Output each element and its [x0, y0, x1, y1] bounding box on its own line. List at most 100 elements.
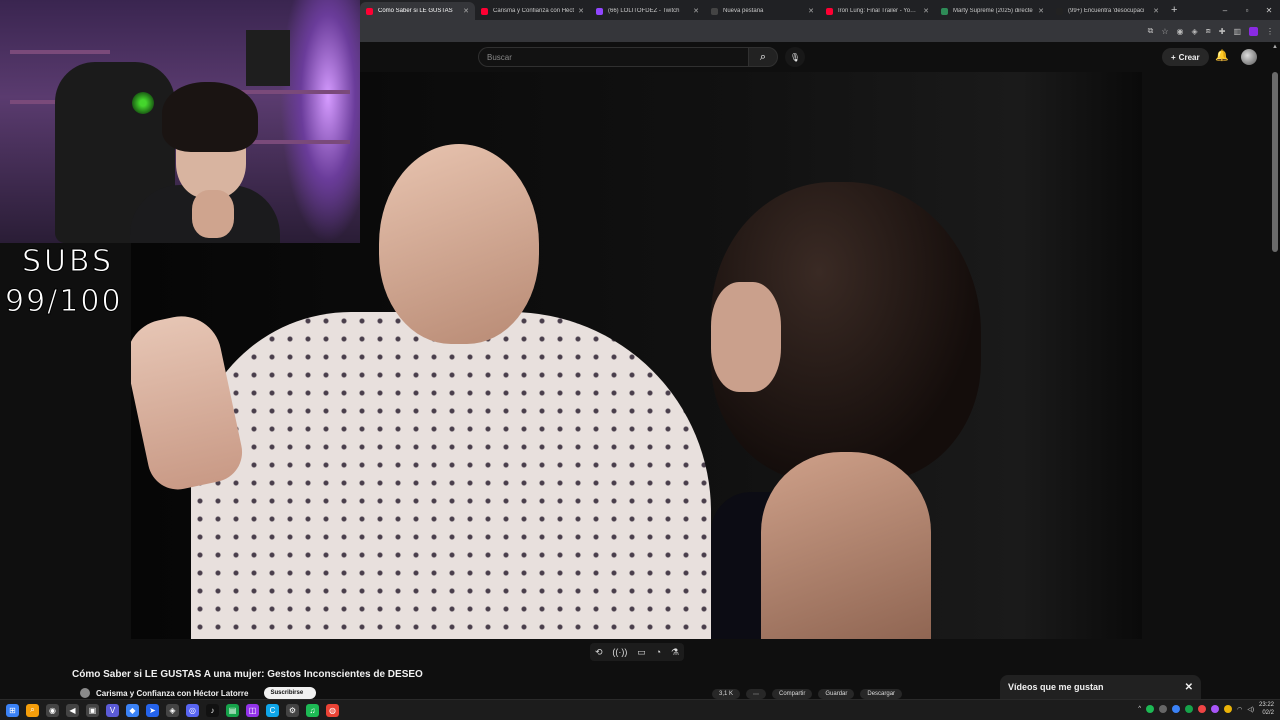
close-tab-icon[interactable]: ✕ — [463, 7, 469, 15]
create-label: Crear — [1178, 52, 1200, 62]
tab-4[interactable]: Nueva pestaña ✕ — [705, 2, 820, 20]
tab-6[interactable]: Marty Supreme (2025) directe ✕ — [935, 2, 1050, 20]
tray-app-icon[interactable] — [1185, 705, 1194, 713]
extension-icon[interactable]: ⧈ — [1206, 26, 1211, 36]
volume-icon[interactable]: ◁) — [1247, 706, 1254, 713]
extension-icon[interactable]: ◈ — [1191, 27, 1197, 36]
app-5-taskbar-icon[interactable]: ◆ — [126, 703, 139, 717]
youtube-favicon-icon — [366, 7, 373, 15]
tab-1[interactable]: Cómo Saber si LE GUSTAS ✕ — [360, 2, 475, 20]
channel-name[interactable]: Carisma y Confianza con Héctor Latorre — [96, 689, 248, 698]
tab-2[interactable]: Carisma y Confianza con Héct ✕ — [475, 2, 590, 20]
youtube-header: Buscar ⌕ 🎙 + Crear 🔔 — [360, 42, 1280, 72]
chrome-taskbar-icon[interactable]: ◍ — [326, 703, 339, 717]
subscribe-button[interactable]: Suscribirse — [264, 687, 317, 699]
account-avatar[interactable] — [1241, 49, 1257, 65]
lab-flask-icon[interactable]: ⚗ — [671, 647, 679, 658]
close-tab-icon[interactable]: ✕ — [578, 7, 584, 15]
tray-app-icon[interactable] — [1224, 705, 1233, 713]
youtube-favicon-icon — [826, 7, 833, 15]
download-button[interactable]: Descargar — [860, 689, 903, 699]
app-8-taskbar-icon[interactable]: ▤ — [226, 703, 239, 717]
share-button[interactable]: Compartir — [772, 689, 813, 699]
windows-taskbar: ⊞ ⌕ ◉ ◀ ▣ V ◆ ➤ ◈ ◎ ♪ ▤ ◫ C ⚙ ♫ ◍ — [0, 699, 1280, 720]
webcam-poster — [246, 30, 290, 86]
webcam-shelf — [10, 50, 110, 54]
close-window-icon[interactable]: ✕ — [1258, 6, 1280, 15]
install-icon[interactable]: ⧉ — [1148, 26, 1154, 36]
notifications-bell-icon[interactable]: 🔔 — [1215, 49, 1229, 62]
tab-7[interactable]: (99+) Encuentra 'desocupaci ✕ — [1050, 2, 1165, 20]
clock-date: 02/2 — [1262, 710, 1274, 716]
channel-row: Carisma y Confianza con Héctor Latorre S… — [80, 687, 317, 699]
close-tab-icon[interactable]: ✕ — [1153, 7, 1159, 15]
streamer-hair — [162, 82, 258, 152]
create-button[interactable]: + Crear — [1162, 48, 1209, 66]
clock-time: 23:22 — [1258, 702, 1274, 708]
app-11-taskbar-icon[interactable]: ⚙ — [286, 703, 299, 717]
start-taskbar-icon[interactable]: ⊞ — [6, 703, 19, 717]
audio-icon[interactable]: ((·)) — [612, 647, 627, 657]
extension-icon[interactable]: ◉ — [1177, 27, 1184, 36]
app-10-taskbar-icon[interactable]: C — [266, 703, 279, 717]
sidebar-icon[interactable]: ▥ — [1233, 27, 1241, 36]
channel-avatar[interactable] — [80, 688, 90, 698]
close-tab-icon[interactable]: ✕ — [923, 7, 929, 15]
tab-3[interactable]: (66) LOLITOFDEZ - Twitch ✕ — [590, 2, 705, 20]
video-woman-shoulder — [761, 452, 931, 639]
webcam-shelf — [240, 140, 350, 144]
save-button[interactable]: Guardar — [818, 689, 855, 699]
webcam-shelf — [240, 90, 350, 94]
page-scrollbar[interactable] — [1272, 72, 1278, 252]
app-4-taskbar-icon[interactable]: V — [106, 703, 119, 717]
tray-app-icon[interactable] — [1198, 705, 1207, 713]
like-button[interactable]: 3,1 K — [712, 689, 741, 699]
newtab-favicon-icon — [711, 7, 718, 15]
voice-search-button[interactable]: 🎙 — [785, 47, 805, 67]
new-tab-icon[interactable]: + — [1171, 4, 1177, 16]
profile-extension-icon[interactable] — [1249, 26, 1258, 36]
tray-chevron-icon[interactable]: ^ — [1138, 706, 1141, 712]
tab-title: (66) LOLITOFDEZ - Twitch — [608, 8, 680, 14]
spotify-taskbar-icon[interactable]: ♫ — [306, 703, 319, 717]
scroll-up-arrow-icon[interactable]: ▲ — [1272, 44, 1278, 50]
tab-title: Marty Supreme (2025) directe — [953, 8, 1033, 14]
maximize-icon[interactable]: ▫ — [1236, 6, 1258, 15]
liked-panel-title: Vídeos que me gustan — [1008, 682, 1104, 692]
app-3-taskbar-icon[interactable]: ▣ — [86, 703, 99, 717]
bookmark-star-icon[interactable]: ☆ — [1161, 27, 1168, 36]
app-1-taskbar-icon[interactable]: ◉ — [46, 703, 59, 717]
tray-app-icon[interactable] — [1172, 705, 1181, 713]
discord-taskbar-icon[interactable]: ◎ — [186, 703, 199, 717]
app-6-taskbar-icon[interactable]: ➤ — [146, 703, 159, 717]
speed-icon[interactable]: ◔ — [656, 647, 661, 657]
screen: Cómo Saber si LE GUSTAS ✕ Carisma y Confi… — [0, 0, 1280, 720]
app-7-taskbar-icon[interactable]: ◈ — [166, 703, 179, 717]
menu-kebab-icon[interactable]: ⋮ — [1266, 27, 1274, 36]
tab-title: Iron Lung: Final Trailer - YouTu — [838, 8, 920, 14]
close-tab-icon[interactable]: ✕ — [1038, 7, 1044, 15]
close-tab-icon[interactable]: ✕ — [808, 7, 814, 15]
app-2-taskbar-icon[interactable]: ◀ — [66, 703, 79, 717]
minimize-icon[interactable]: – — [1214, 6, 1236, 15]
tab-5[interactable]: Iron Lung: Final Trailer - YouTu ✕ — [820, 2, 935, 20]
system-clock[interactable]: 23:22 02/2 — [1259, 701, 1274, 717]
tray-app-icon[interactable] — [1211, 705, 1220, 713]
close-icon[interactable]: ✕ — [1185, 682, 1193, 693]
tray-app-icon[interactable] — [1159, 705, 1168, 713]
loop-icon[interactable]: ⟲ — [595, 647, 603, 658]
app-9-taskbar-icon[interactable]: ◫ — [246, 703, 259, 717]
search-button[interactable]: ⌕ — [748, 47, 778, 67]
tiktok-taskbar-icon[interactable]: ♪ — [206, 703, 219, 717]
tab-title: Nueva pestaña — [723, 8, 764, 14]
spotify-tray-icon[interactable] — [1146, 705, 1155, 713]
theater-icon[interactable]: ▭ — [637, 647, 646, 658]
search-input[interactable]: Buscar — [478, 47, 748, 67]
liked-videos-panel: Vídeos que me gustan ✕ — [1000, 675, 1201, 700]
close-tab-icon[interactable]: ✕ — [693, 7, 699, 15]
extensions-puzzle-icon[interactable]: ✚ — [1219, 27, 1226, 36]
subs-goal-label: SUBS — [21, 244, 115, 280]
wifi-icon[interactable]: ◠ — [1237, 706, 1242, 713]
search-taskbar-icon[interactable]: ⌕ — [26, 703, 39, 717]
more-reactions-button[interactable]: ⋯ — [746, 689, 767, 699]
